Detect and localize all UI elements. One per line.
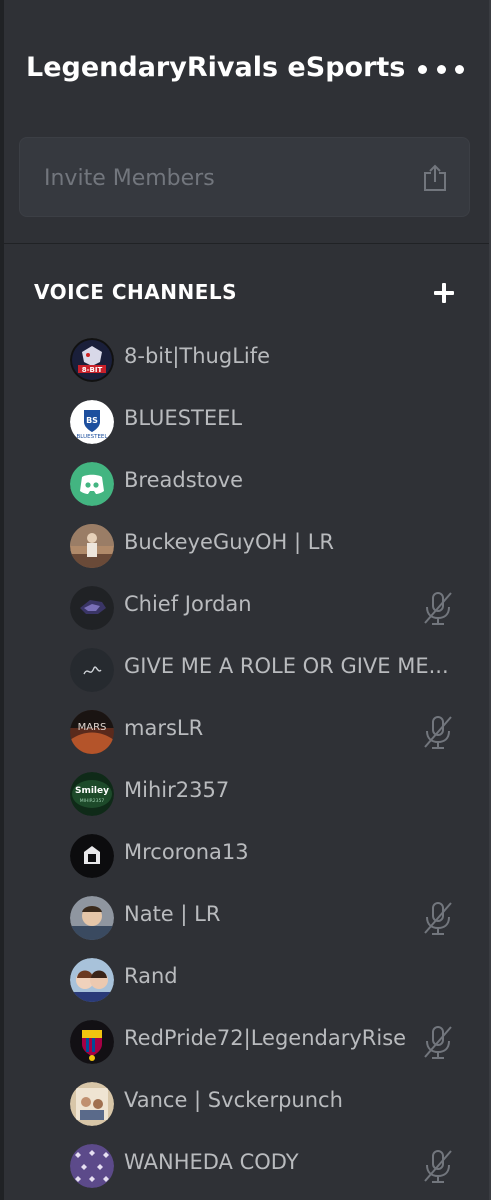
barcelona-logo-icon: [70, 1020, 114, 1064]
header-divider: [4, 243, 489, 244]
voice-member-row[interactable]: Vance | Svckerpunch: [60, 1076, 470, 1128]
svg-text:MARS: MARS: [78, 722, 107, 733]
microphone-muted-icon: [422, 1024, 454, 1060]
voice-member-name: Mrcorona13: [124, 840, 249, 864]
voice-member-name: Rand: [124, 964, 178, 988]
voice-member-name: Chief Jordan: [124, 592, 252, 616]
voice-member-row[interactable]: Rand: [60, 952, 470, 1004]
photo-avatar-icon: [70, 896, 114, 940]
svg-text:BS: BS: [86, 416, 98, 425]
voice-member-name: WANHEDA CODY: [124, 1150, 299, 1174]
voice-member-name: GIVE ME A ROLE OR GIVE ME...: [124, 654, 449, 678]
bluesteel-logo-icon: BS BLUESTEEL: [70, 400, 114, 444]
voice-channels-heading: VOICE CHANNELS: [34, 280, 238, 304]
voice-member-row[interactable]: 8-BIT 8-bit|ThugLife: [60, 332, 470, 384]
voice-member-name: marsLR: [124, 716, 204, 740]
voice-member-row[interactable]: Nate | LR: [60, 890, 470, 942]
pattern-avatar-icon: [70, 1144, 114, 1188]
server-header: LegendaryRivals eSports: [0, 0, 489, 140]
share-icon: [424, 164, 446, 191]
more-options-button[interactable]: [418, 56, 464, 82]
voice-member-row[interactable]: RedPride72|LegendaryRise: [60, 1014, 470, 1066]
more-dots-icon: [418, 64, 427, 74]
more-dot: [455, 64, 464, 74]
8bit-logo-icon: 8-BIT: [70, 338, 114, 382]
voice-member-row[interactable]: BuckeyeGuyOH | LR: [60, 518, 470, 570]
voice-member-row[interactable]: WANHEDA CODY: [60, 1138, 470, 1190]
svg-text:Smiley: Smiley: [75, 786, 109, 796]
voice-member-name: BLUESTEEL: [124, 406, 243, 430]
voice-member-name: Breadstove: [124, 468, 244, 492]
svg-text:MIHIR2357: MIHIR2357: [80, 798, 105, 804]
voice-member-row[interactable]: Chief Jordan: [60, 580, 470, 632]
voice-member-name: BuckeyeGuyOH | LR: [124, 530, 334, 554]
voice-member-row[interactable]: BS BLUESTEEL BLUESTEEL: [60, 394, 470, 446]
voice-member-row[interactable]: Smiley MIHIR2357 Mihir2357: [60, 766, 470, 818]
invite-members-label: Invite Members: [44, 166, 215, 191]
svg-text:BLUESTEEL: BLUESTEEL: [77, 434, 109, 440]
voice-member-row[interactable]: MARS marsLR: [60, 704, 470, 756]
discord-default-icon: [70, 462, 114, 506]
voice-member-row[interactable]: GIVE ME A ROLE OR GIVE ME...: [60, 642, 470, 694]
signature-avatar-icon: [70, 648, 114, 692]
more-dot: [436, 64, 446, 74]
voice-member-name: RedPride72|LegendaryRise: [124, 1026, 407, 1050]
invite-members-button[interactable]: Invite Members: [19, 137, 470, 217]
add-channel-button[interactable]: [432, 281, 456, 305]
microphone-muted-icon: [422, 590, 454, 626]
server-name[interactable]: LegendaryRivals eSports: [26, 52, 405, 83]
voice-member-name: 8-bit|ThugLife: [124, 344, 271, 368]
voice-member-row[interactable]: Breadstove: [60, 456, 470, 508]
dark-logo-icon: [70, 834, 114, 878]
microphone-muted-icon: [422, 900, 454, 936]
photo-avatar-icon: [70, 1082, 114, 1126]
mars-avatar-icon: MARS: [70, 710, 114, 754]
panther-logo-icon: [70, 586, 114, 630]
smiley-logo-icon: Smiley MIHIR2357: [70, 772, 114, 816]
microphone-muted-icon: [422, 1148, 454, 1184]
left-edge: [0, 0, 4, 1200]
voice-member-name: Nate | LR: [124, 902, 221, 926]
voice-member-name: Vance | Svckerpunch: [124, 1088, 343, 1112]
svg-text:8-BIT: 8-BIT: [82, 366, 103, 374]
photo-avatar-icon: [70, 958, 114, 1002]
microphone-muted-icon: [422, 714, 454, 750]
photo-avatar-icon: [70, 524, 114, 568]
voice-member-name: Mihir2357: [124, 778, 230, 802]
voice-member-row[interactable]: Mrcorona13: [60, 828, 470, 880]
